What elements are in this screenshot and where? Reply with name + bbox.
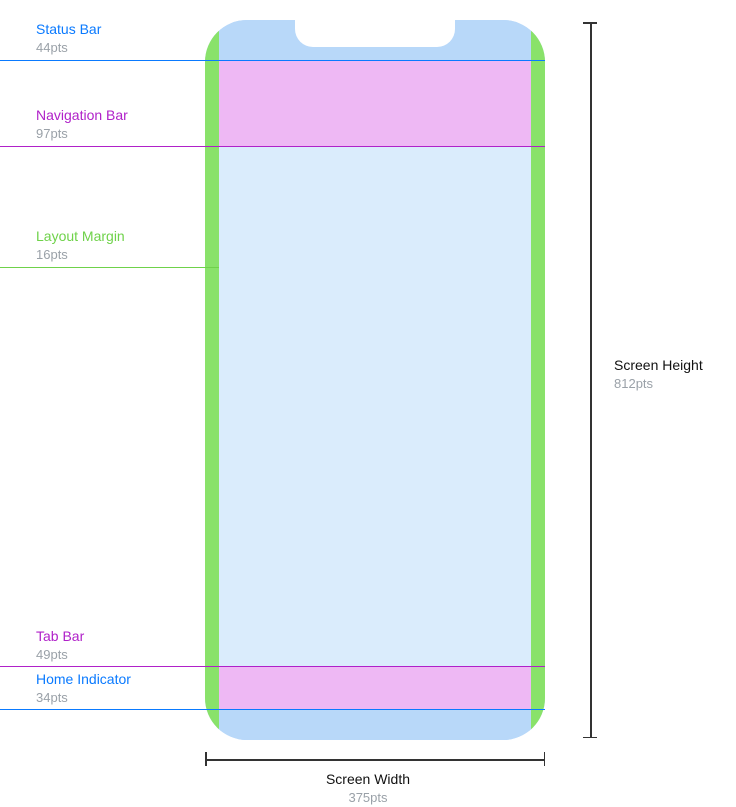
status-rule <box>0 60 545 61</box>
width-label: Screen Width 375pts <box>0 770 736 807</box>
diagram-root: Status Bar 44pts Navigation Bar 97pts La… <box>0 0 736 799</box>
status-title: Status Bar <box>36 20 101 38</box>
phone-frame <box>205 20 545 740</box>
navigation-bar-zone <box>219 60 531 146</box>
height-bracket <box>583 22 597 738</box>
layout-margin-right <box>531 20 545 740</box>
height-title: Screen Height <box>614 356 703 374</box>
margin-title: Layout Margin <box>36 227 125 245</box>
home-rule <box>0 709 545 710</box>
width-bracket <box>205 752 545 766</box>
margin-value: 16pts <box>36 247 125 264</box>
navigation-title: Navigation Bar <box>36 106 128 124</box>
height-label: Screen Height 812pts <box>614 356 703 393</box>
navigation-label: Navigation Bar 97pts <box>36 106 128 143</box>
status-label: Status Bar 44pts <box>36 20 101 57</box>
home-title: Home Indicator <box>36 670 131 688</box>
tab-bar-zone <box>219 666 531 709</box>
safe-area-zone <box>219 146 531 666</box>
status-value: 44pts <box>36 40 101 57</box>
margin-rule <box>0 267 219 268</box>
home-label: Home Indicator 34pts <box>36 670 131 707</box>
home-value: 34pts <box>36 690 131 707</box>
tab-title: Tab Bar <box>36 627 84 645</box>
home-indicator-zone <box>219 709 531 740</box>
tab-rule <box>0 666 545 667</box>
navigation-rule <box>0 146 545 147</box>
margin-label: Layout Margin 16pts <box>36 227 125 264</box>
height-value: 812pts <box>614 376 703 393</box>
device-notch <box>295 20 455 47</box>
width-title: Screen Width <box>0 770 736 788</box>
layout-margin-left <box>205 20 219 740</box>
navigation-value: 97pts <box>36 126 128 143</box>
tab-value: 49pts <box>36 647 84 664</box>
tab-label: Tab Bar 49pts <box>36 627 84 664</box>
